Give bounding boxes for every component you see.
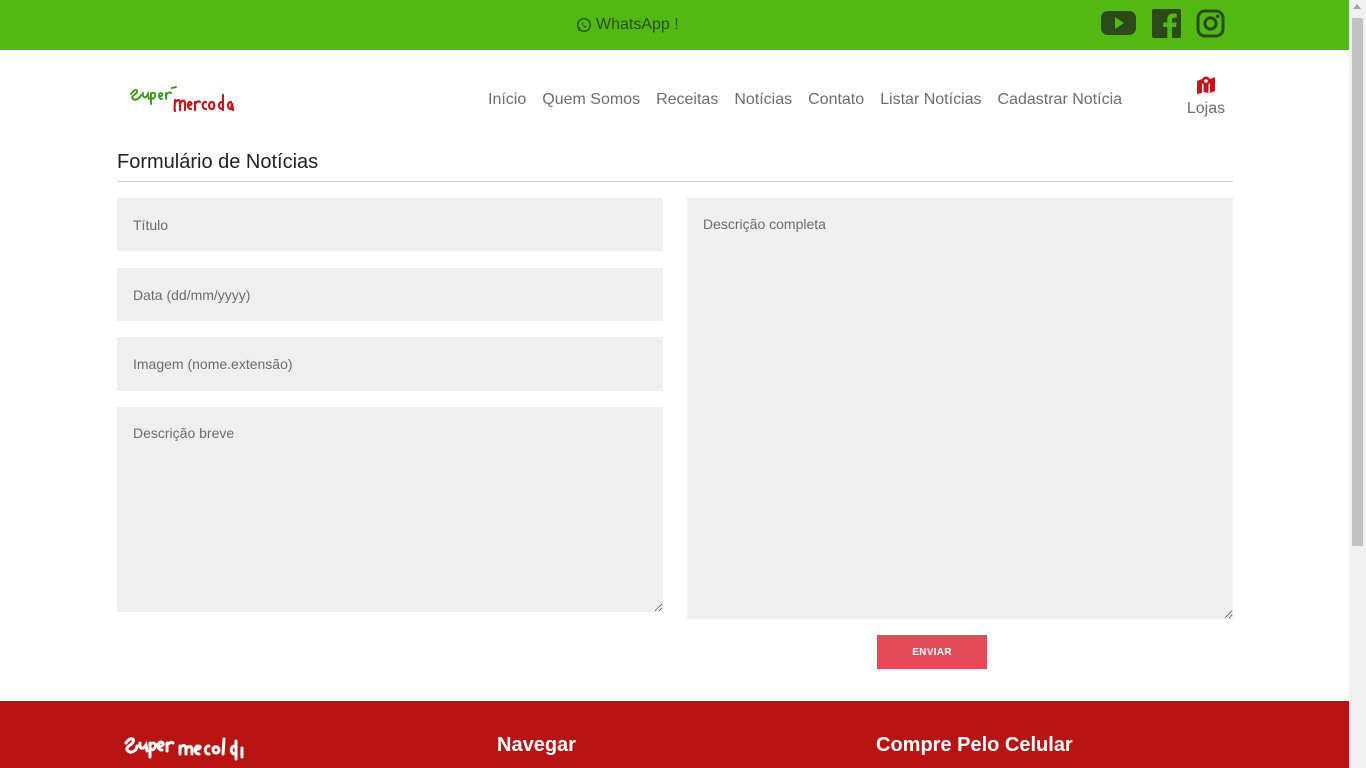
nav-inicio[interactable]: Início <box>480 90 534 110</box>
facebook-icon <box>1152 9 1181 38</box>
page-title: Formulário de Notícias <box>117 151 319 173</box>
imagem-input[interactable] <box>117 337 663 391</box>
page-scrollbar[interactable] <box>1349 0 1366 768</box>
nav-listar-noticias[interactable]: Listar Notícias <box>872 90 989 110</box>
whatsapp-link[interactable]: WhatsApp ! <box>576 16 679 34</box>
top-bar: WhatsApp ! <box>0 0 1349 50</box>
nav-contato[interactable]: Contato <box>800 90 872 110</box>
facebook-link[interactable] <box>1152 9 1181 38</box>
map-marker-icon <box>1197 76 1215 94</box>
nav-quem-somos[interactable]: Quem Somos <box>534 90 648 110</box>
descricao-completa-textarea[interactable] <box>687 198 1233 619</box>
instagram-link[interactable] <box>1196 9 1225 38</box>
site-logo[interactable] <box>128 80 256 116</box>
nav-cadastrar-noticia[interactable]: Cadastrar Notícia <box>990 90 1131 110</box>
titulo-input[interactable] <box>117 198 663 251</box>
nav-noticias[interactable]: Notícias <box>726 90 800 110</box>
whatsapp-icon <box>577 18 591 32</box>
lojas-label: Lojas <box>1186 100 1226 117</box>
data-input[interactable] <box>117 268 663 321</box>
nav-receitas[interactable]: Receitas <box>648 90 726 110</box>
scroll-thumb[interactable] <box>1352 18 1363 546</box>
scroll-up-arrow-icon[interactable] <box>1353 4 1361 9</box>
youtube-link[interactable] <box>1100 9 1137 37</box>
enviar-button[interactable]: ENVIAR <box>877 635 987 669</box>
footer-celular-heading: Compre Pelo Celular <box>876 734 1073 756</box>
main-nav: Início Quem Somos Receitas Notícias Cont… <box>480 90 1130 110</box>
whatsapp-label: WhatsApp ! <box>596 16 679 33</box>
instagram-icon <box>1196 9 1225 38</box>
footer-logo[interactable] <box>122 733 272 768</box>
youtube-icon <box>1101 11 1136 35</box>
title-divider <box>117 181 1233 182</box>
footer-navegar-heading: Navegar <box>497 734 576 756</box>
lojas-link[interactable]: Lojas <box>1186 76 1226 118</box>
descricao-breve-textarea[interactable] <box>117 407 663 612</box>
footer: Navegar Compre Pelo Celular <box>0 701 1349 768</box>
